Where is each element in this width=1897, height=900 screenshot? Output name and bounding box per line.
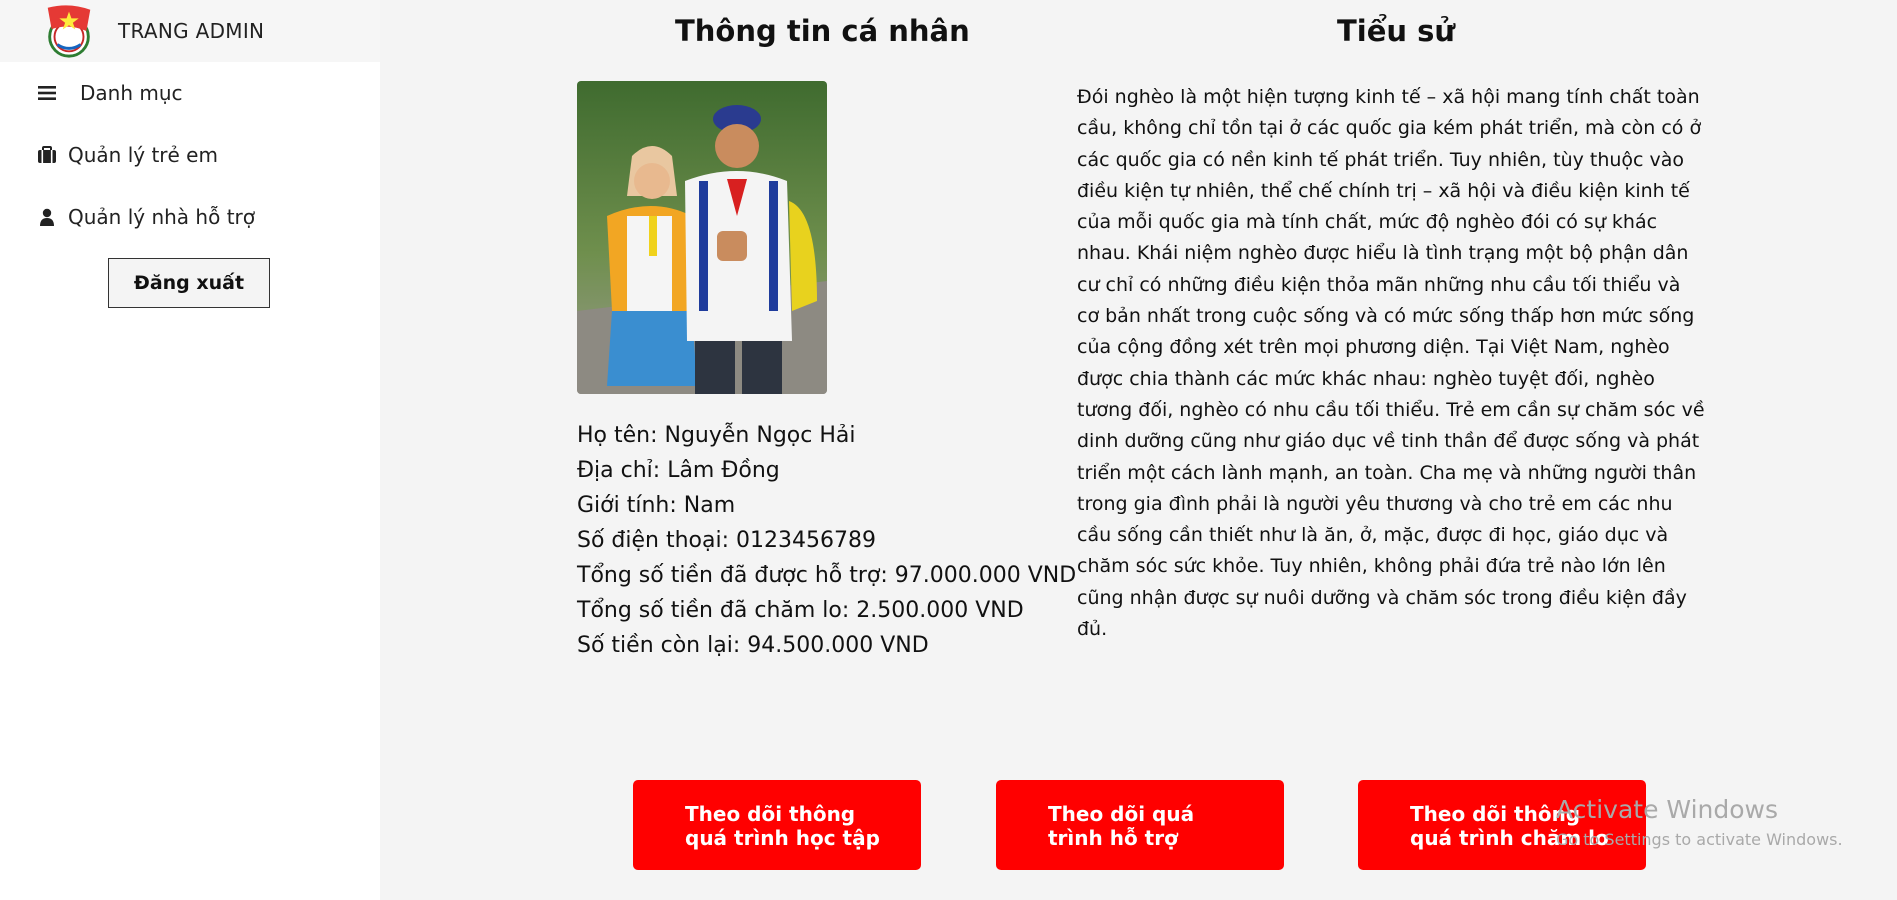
sidebar-item-children[interactable]: Quản lý trẻ em <box>0 124 380 186</box>
sidebar-brand: TRANG ADMIN <box>0 0 380 62</box>
bio-text: Đói nghèo là một hiện tượng kinh tế – xã… <box>1077 86 1705 641</box>
sidebar-item-label: Quản lý nhà hỗ trợ <box>68 205 255 229</box>
button-line: Theo dõi thông <box>685 802 856 826</box>
brand-title: TRANG ADMIN <box>118 19 265 43</box>
profile-info: Họ tên: Nguyễn Ngọc Hải Địa chỉ: Lâm Đồn… <box>577 418 1076 663</box>
button-line: Theo dõi quá <box>1048 802 1195 826</box>
profile-title: Thông tin cá nhân <box>675 14 970 48</box>
windows-activation-watermark: Activate Windows Go to Settings to activ… <box>1556 795 1843 849</box>
profile-field-address: Địa chỉ: Lâm Đồng <box>577 458 780 483</box>
track-study-button[interactable]: Theo dõi thông quá trình học tập <box>633 780 921 870</box>
button-line: quá trình học tập <box>685 826 880 850</box>
profile-field-name: Họ tên: Nguyễn Ngọc Hải <box>577 423 856 448</box>
profile-field-total-care: Tổng số tiền đã chăm lo: 2.500.000 VND <box>577 598 1024 623</box>
button-line: trình hỗ trợ <box>1048 826 1178 850</box>
sidebar-item-label: Quản lý trẻ em <box>68 143 218 167</box>
briefcase-icon <box>36 144 58 166</box>
user-icon <box>36 206 58 228</box>
menu-header: Danh mục <box>0 62 380 124</box>
profile-field-remaining: Số tiền còn lại: 94.500.000 VND <box>577 633 929 658</box>
hamburger-icon <box>36 82 58 104</box>
track-support-button[interactable]: Theo dõi quá trình hỗ trợ <box>996 780 1284 870</box>
child-photo <box>577 81 827 394</box>
watermark-subtitle: Go to Settings to activate Windows. <box>1556 830 1843 849</box>
logout-button[interactable]: Đăng xuất <box>108 258 270 308</box>
watermark-title: Activate Windows <box>1556 795 1778 824</box>
profile-field-total-support: Tổng số tiền đã được hỗ trợ: 97.000.000 … <box>577 563 1077 588</box>
menu-header-label: Danh mục <box>80 81 183 105</box>
sidebar: TRANG ADMIN Danh mục Quản lý trẻ em Quản… <box>0 0 380 900</box>
profile-field-gender: Giới tính: Nam <box>577 493 736 518</box>
bio-title: Tiểu sử <box>1337 14 1456 48</box>
sidebar-item-supporters[interactable]: Quản lý nhà hỗ trợ <box>0 186 380 248</box>
main-content: Thông tin cá nhân Tiểu sử Họ tên: Nguyễn… <box>380 0 1897 900</box>
profile-field-phone: Số điện thoại: 0123456789 <box>577 528 876 553</box>
logout-wrap: Đăng xuất <box>0 258 380 308</box>
youth-union-logo-icon <box>47 5 91 58</box>
